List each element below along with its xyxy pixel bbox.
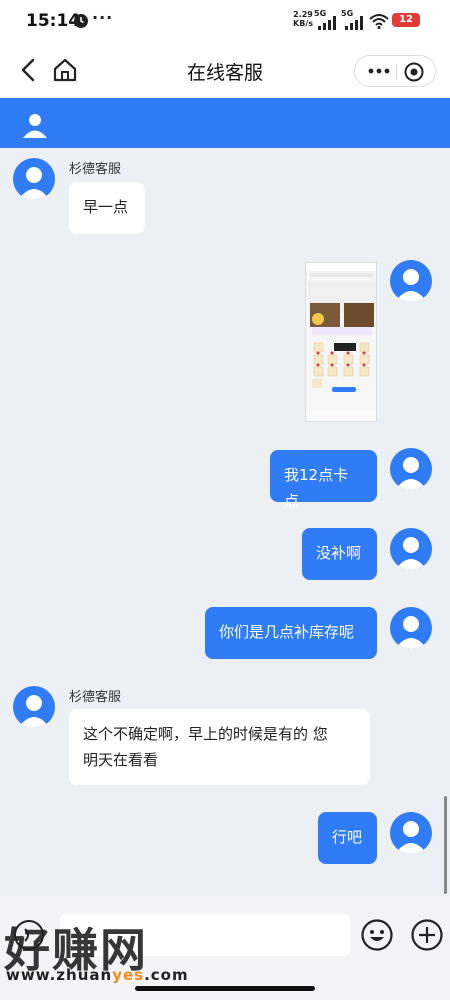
plus-circle-icon[interactable] [410,918,444,952]
agent-avatar [13,158,55,200]
message-line: 这个不确定啊，早上的时候是有的 您 [83,725,328,743]
network-speed: 2.29 KB/s [293,10,313,28]
chat-area: 杉德客服 早一点 我12点卡点 没补啊 你们是几点补库存呢 杉德客服 这个不确定… [0,148,450,896]
message-bubble-incoming: 早一点 [69,182,145,234]
alarm-icon [74,14,88,28]
wifi-icon [369,14,389,29]
message-bubble-incoming: 这个不确定啊，早上的时候是有的 您 明天在看看 [69,709,370,785]
user-icon [18,695,50,728]
status-time: 15:14 [26,11,81,31]
screenshot-thumbnail [306,263,376,421]
message-bubble-outgoing: 你们是几点补库存呢 [205,607,377,659]
signal-icon-2 [345,16,363,30]
image-message[interactable] [305,262,377,422]
user-avatar [390,448,432,490]
message-bubble-outgoing: 我12点卡点 [270,450,377,510]
message-bubble-outgoing: 没补啊 [302,528,377,580]
battery-indicator: 12 [392,13,420,27]
signal-icon-1 [318,16,336,30]
scrollbar-thumb[interactable] [444,796,447,894]
status-more-dots: ··· [92,8,114,27]
user-avatar [390,260,432,302]
sender-name: 杉德客服 [69,162,122,177]
user-avatar [390,528,432,570]
nav-bar: 在线客服 [0,42,450,98]
user-icon [395,269,427,302]
capsule-divider [396,64,397,80]
user-icon [395,537,427,570]
more-dots-icon[interactable] [367,60,391,82]
user-icon [395,457,427,490]
chat-header-bar [0,98,450,148]
message-bubble-outgoing: 行吧 [318,812,377,864]
agent-avatar [13,686,55,728]
user-icon [18,167,50,200]
user-icon [395,616,427,649]
home-indicator[interactable] [135,986,315,991]
watermark-url: www.zhuanyes.com [6,966,189,984]
status-bar: 15:14 ··· 2.29 KB/s 5G 5G 12 [0,0,450,42]
user-icon[interactable] [21,111,49,139]
user-icon [395,821,427,854]
user-avatar [390,812,432,854]
target-close-icon[interactable] [403,61,425,83]
emoji-icon[interactable] [360,918,394,952]
chevron-left-icon[interactable] [16,56,42,84]
mini-program-capsule [354,55,436,87]
sender-name: 杉德客服 [69,690,122,705]
home-icon[interactable] [52,57,78,83]
message-line: 明天在看看 [83,751,159,769]
user-avatar [390,607,432,649]
